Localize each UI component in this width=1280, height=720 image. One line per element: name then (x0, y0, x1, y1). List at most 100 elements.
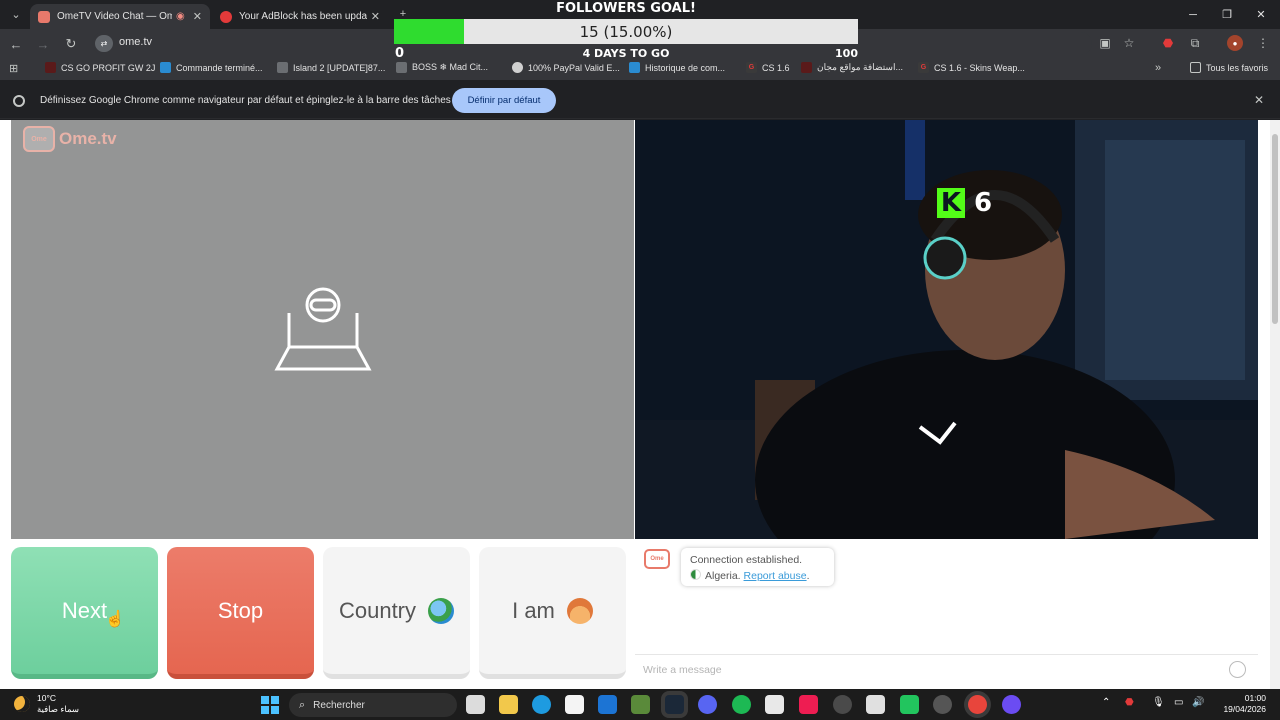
clock-time: 01:00 (1244, 693, 1266, 703)
stop-button[interactable]: Stop (167, 547, 314, 679)
network-icon[interactable]: ▭ (1174, 697, 1183, 708)
bookmark-favicon-icon (801, 62, 812, 73)
restore-icon[interactable]: ❐ (1210, 0, 1244, 29)
tray-chevron-icon[interactable]: ⌃ (1102, 697, 1110, 708)
goal-title: FOLLOWERS GOAL! (556, 1, 696, 16)
chrome-taskbar-icon[interactable] (968, 695, 987, 714)
all-bookmarks-folder[interactable]: Tous les favoris (1190, 62, 1268, 73)
weather-widget[interactable]: 10°C سماء صافية (14, 693, 79, 715)
apps-grid-icon[interactable]: ⊞ (9, 62, 18, 75)
extensions-puzzle-icon[interactable]: ⧉ (1187, 35, 1203, 51)
file-explorer-icon[interactable] (499, 695, 518, 714)
taskbar-search[interactable]: ⌕ Rechercher (289, 693, 457, 717)
kebab-menu-icon[interactable]: ⋮ (1255, 35, 1271, 51)
bookmark-item[interactable]: G CS 1.6 (746, 62, 790, 73)
taskbar-clock[interactable]: 01:00 19/04/2026 (1210, 693, 1266, 715)
bookmark-item[interactable]: 100% PayPal Valid E... (512, 62, 620, 73)
followers-goal-overlay: FOLLOWERS GOAL! 15 (15.00%) 0 4 DAYS TO … (394, 0, 858, 61)
site-info-icon[interactable]: ⇄ (95, 35, 113, 52)
reload-icon[interactable]: ↻ (61, 34, 81, 54)
obs-icon[interactable] (933, 695, 952, 714)
globe-icon (428, 597, 455, 624)
kick-logo-icon: K (937, 188, 965, 218)
chat-panel: Ome Connection established. Algeria. Rep… (635, 540, 1258, 689)
windows-start-icon[interactable] (261, 696, 279, 714)
country-button[interactable]: Country (323, 547, 470, 679)
tv-logo-icon: Ome (23, 126, 55, 152)
message-input[interactable]: Write a message (635, 654, 1258, 689)
url-text: ome.tv (119, 36, 153, 48)
boy-face-icon (566, 597, 593, 624)
emoji-smile-icon[interactable] (1229, 661, 1246, 678)
tab-ometv[interactable]: OmeTV Video Chat — Ome ◉ ✕ (30, 4, 210, 29)
app-icon[interactable] (900, 695, 919, 714)
tiktok-icon[interactable] (799, 695, 818, 714)
minimize-icon[interactable]: ─ (1176, 0, 1210, 29)
tab-search-chevron-icon[interactable]: ⌄ (5, 4, 27, 24)
connection-status: Connection established. (690, 554, 803, 566)
forward-arrow-icon[interactable]: → (33, 34, 53, 54)
bookmark-favicon-icon (277, 62, 288, 73)
bookmark-item[interactable]: Commande terminé... (160, 62, 263, 73)
bookmark-item[interactable]: G CS 1.6 - Skins Weap... (918, 62, 1025, 73)
microphone-icon[interactable]: 🎙 (1152, 697, 1165, 708)
country-name: Algeria. (705, 570, 741, 582)
store-icon[interactable] (565, 695, 584, 714)
app-icon[interactable] (765, 695, 784, 714)
bookmarks-bar: ⊞ CS GO PROFIT GW 2J Commande terminé...… (0, 58, 1280, 80)
minecraft-icon[interactable] (631, 695, 650, 714)
cast-icon[interactable]: ▣ (1097, 35, 1113, 51)
spotify-icon[interactable] (732, 695, 751, 714)
volume-icon[interactable]: 🔊 (1192, 697, 1204, 708)
steam-icon[interactable] (665, 695, 684, 714)
ometv-logo[interactable]: Ome Ome.tv (23, 126, 117, 152)
bookmark-star-icon[interactable]: ☆ (1121, 35, 1137, 51)
back-arrow-icon[interactable]: ← (6, 34, 26, 54)
window-close-icon[interactable]: ✕ (1244, 0, 1278, 29)
ometv-favicon-icon (38, 10, 50, 23)
app-icon[interactable] (1002, 695, 1021, 714)
mail-icon[interactable] (598, 695, 617, 714)
discord-icon[interactable] (698, 695, 717, 714)
tray-app-icon[interactable]: ⬣ (1125, 697, 1134, 708)
bookmark-item[interactable]: BOSS ❄ Mad Cit... (396, 62, 488, 73)
goal-days-left: 4 DAYS TO GO (582, 47, 670, 60)
infobar-message: Définissez Google Chrome comme navigateu… (40, 95, 451, 106)
remote-video-image (635, 120, 1258, 539)
tab-title: Your AdBlock has been update (239, 11, 367, 22)
screen: ⌄ OmeTV Video Chat — Ome ◉ ✕ Your AdBloc… (0, 0, 1280, 720)
bookmark-item[interactable]: Historique de com... (629, 62, 725, 73)
infobar-close-icon[interactable]: ✕ (1254, 93, 1264, 107)
next-button[interactable]: Next ☝ (11, 547, 158, 679)
bookmark-item[interactable]: CS GO PROFIT GW 2J (45, 62, 155, 73)
bookmark-favicon-icon (160, 62, 171, 73)
task-view-icon[interactable] (466, 695, 485, 714)
scrollbar-thumb[interactable] (1272, 134, 1278, 324)
tab-close-icon[interactable]: ✕ (193, 10, 202, 23)
chrome-icon (13, 95, 25, 107)
bookmark-favicon-icon: G (746, 62, 757, 73)
bookmark-item[interactable]: استضافة مواقع مجان... (801, 62, 903, 73)
default-browser-infobar: Définissez Google Chrome comme navigateu… (0, 82, 1280, 119)
app-icon[interactable] (866, 695, 885, 714)
adblock-favicon-icon (220, 10, 232, 23)
tab-adblock[interactable]: Your AdBlock has been update ✕ (212, 4, 388, 29)
report-abuse-link[interactable]: Report abuse (744, 570, 807, 582)
more-bookmarks-chevron-icon[interactable]: » (1155, 62, 1161, 74)
bookmark-item[interactable]: Island 2 [UPDATE]87... (277, 62, 385, 73)
gender-button[interactable]: I am (479, 547, 626, 679)
ometv-chat-logo-icon: Ome (644, 549, 670, 569)
next-label: Next (61, 597, 108, 623)
app-icon[interactable] (833, 695, 852, 714)
set-default-button[interactable]: Définir par défaut (452, 88, 556, 113)
goal-progress-text: 15 (15.00%) (579, 23, 673, 41)
edge-icon[interactable] (532, 695, 551, 714)
page-scrollbar[interactable] (1270, 120, 1280, 689)
bookmark-globe-icon (512, 62, 523, 73)
windows-taskbar: 10°C سماء صافية ⌕ Rechercher ⌃ ⬣ 🎙 ▭ 🔊 01:… (0, 689, 1280, 720)
goal-max: 100 (835, 47, 858, 60)
profile-avatar-icon[interactable]: ● (1227, 35, 1243, 51)
tab-close-icon[interactable]: ✕ (371, 10, 380, 23)
system-message: Connection established. Algeria. Report … (681, 548, 834, 586)
adblock-extension-icon[interactable]: ⬣ (1160, 35, 1176, 51)
